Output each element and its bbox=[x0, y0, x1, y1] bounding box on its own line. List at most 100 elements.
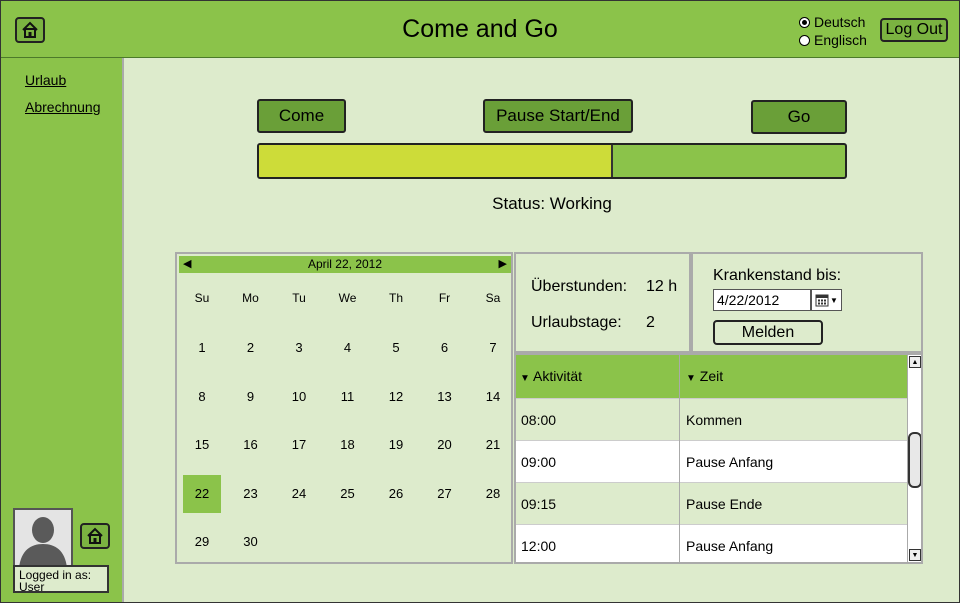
table-cell-activity: 08:00 bbox=[521, 412, 557, 428]
sidebar-link-urlaub[interactable]: Urlaub bbox=[25, 72, 66, 88]
weekday-label: Mo bbox=[242, 291, 259, 305]
calendar-day[interactable]: 20 bbox=[426, 426, 464, 464]
sick-leave-label: Krankenstand bis: bbox=[713, 267, 842, 284]
table-cell-activity: 09:00 bbox=[521, 454, 557, 470]
calendar-day[interactable]: 24 bbox=[280, 475, 318, 513]
overtime-value: 12 h bbox=[646, 278, 678, 295]
table-scrollbar[interactable]: ▲ ▼ bbox=[907, 355, 921, 562]
radio-icon[interactable] bbox=[799, 34, 810, 46]
table-header: ▼ Aktivität ▼ Zeit bbox=[516, 355, 907, 398]
stats-panel: Überstunden: 12 h Urlaubstage: 2 bbox=[514, 252, 691, 353]
next-month-icon[interactable]: ▶ bbox=[499, 256, 507, 273]
lang-option-englisch[interactable]: Englisch bbox=[799, 31, 867, 49]
calendar-day[interactable]: 12 bbox=[377, 378, 415, 416]
work-progress-bar bbox=[257, 143, 847, 179]
column-divider bbox=[679, 355, 680, 562]
calendar-day[interactable]: 11 bbox=[329, 378, 367, 416]
home-button-small[interactable] bbox=[80, 523, 110, 549]
lang-option-deutsch[interactable]: Deutsch bbox=[799, 13, 867, 31]
calendar-day[interactable]: 4 bbox=[329, 329, 367, 367]
calendar-day[interactable]: 6 bbox=[426, 329, 464, 367]
home-icon bbox=[87, 527, 103, 544]
calendar-day[interactable]: 28 bbox=[474, 475, 512, 513]
weekday-label: Fr bbox=[438, 291, 451, 305]
lang-label: Englisch bbox=[814, 32, 867, 48]
table-row[interactable]: 12:00 Pause Anfang bbox=[516, 524, 907, 562]
weekday-label: Th bbox=[388, 291, 403, 305]
table-cell-activity: 09:15 bbox=[521, 496, 557, 512]
calendar-day[interactable]: 30 bbox=[232, 523, 270, 561]
column-header-label: Zeit bbox=[699, 368, 724, 384]
vacation-value: 2 bbox=[646, 314, 655, 331]
calendar-header: ◀ April 22, 2012 ▶ bbox=[179, 256, 511, 273]
column-header-activity[interactable]: ▼ Aktivität bbox=[520, 355, 582, 398]
calendar-day[interactable]: 3 bbox=[280, 329, 318, 367]
calendar-day[interactable]: 7 bbox=[474, 329, 512, 367]
calendar-day[interactable]: 19 bbox=[377, 426, 415, 464]
calendar-day[interactable]: 18 bbox=[329, 426, 367, 464]
calendar-day[interactable]: 23 bbox=[232, 475, 270, 513]
scroll-down-icon[interactable]: ▼ bbox=[909, 549, 921, 561]
table-cell-time: Pause Ende bbox=[686, 496, 763, 512]
sick-leave-panel: Krankenstand bis: 4/22/2012 ▼ Melden bbox=[691, 252, 923, 353]
dropdown-arrow-icon: ▼ bbox=[830, 295, 838, 305]
sort-down-icon: ▼ bbox=[686, 373, 696, 384]
calendar-day[interactable]: 9 bbox=[232, 378, 270, 416]
calendar-day[interactable]: 29 bbox=[183, 523, 221, 561]
calendar-day[interactable]: 16 bbox=[232, 426, 270, 464]
calendar-day[interactable]: 13 bbox=[426, 378, 464, 416]
sidebar-link-abrechnung[interactable]: Abrechnung bbox=[25, 99, 101, 115]
weekday-label: Su bbox=[194, 291, 210, 305]
sick-leave-date-input[interactable]: 4/22/2012 bbox=[713, 289, 811, 311]
radio-selected-icon[interactable] bbox=[799, 16, 810, 28]
calendar-day[interactable]: 15 bbox=[183, 426, 221, 464]
come-button[interactable]: Come bbox=[257, 99, 346, 133]
sort-down-icon: ▼ bbox=[520, 373, 530, 384]
calendar-day[interactable]: 10 bbox=[280, 378, 318, 416]
calendar-day[interactable]: 21 bbox=[474, 426, 512, 464]
calendar-day[interactable]: 8 bbox=[183, 378, 221, 416]
calendar-day[interactable]: 2 bbox=[232, 329, 270, 367]
melden-button[interactable]: Melden bbox=[713, 320, 823, 345]
weekday-label: Sa bbox=[485, 291, 501, 305]
vacation-label: Urlaubstage: bbox=[531, 314, 622, 331]
calendar-day[interactable]: 1 bbox=[183, 329, 221, 367]
user-silhouette-icon bbox=[15, 510, 71, 568]
calendar-title: April 22, 2012 bbox=[307, 257, 383, 271]
prev-month-icon[interactable]: ◀ bbox=[183, 256, 191, 273]
table-row[interactable]: 09:00 Pause Anfang bbox=[516, 440, 907, 482]
table-cell-time: Pause Anfang bbox=[686, 454, 774, 470]
avatar bbox=[13, 508, 73, 570]
go-button[interactable]: Go bbox=[751, 100, 847, 134]
language-selector: Deutsch Englisch bbox=[799, 13, 867, 49]
table-row[interactable]: 09:15 Pause Ende bbox=[516, 482, 907, 524]
calendar-day[interactable]: 25 bbox=[329, 475, 367, 513]
calendar: ◀ April 22, 2012 ▶ Su Mo Tu We Th Fr Sa 1 2 3 4 5 6 7… bbox=[175, 252, 513, 564]
scroll-thumb[interactable] bbox=[908, 432, 921, 488]
table-cell-time: Pause Anfang bbox=[686, 538, 774, 554]
overtime-label: Überstunden: bbox=[531, 278, 628, 295]
calendar-day[interactable]: 27 bbox=[426, 475, 464, 513]
scroll-up-icon[interactable]: ▲ bbox=[909, 356, 921, 368]
calendar-day[interactable]: 17 bbox=[280, 426, 318, 464]
calendar-day[interactable]: 5 bbox=[377, 329, 415, 367]
calendar-day[interactable]: 14 bbox=[474, 378, 512, 416]
progress-fill bbox=[259, 145, 613, 177]
column-header-time[interactable]: ▼ Zeit bbox=[686, 355, 723, 398]
table-cell-activity: 12:00 bbox=[521, 538, 557, 554]
app-window: Come and Go Deutsch Englisch Log Out Url… bbox=[0, 0, 960, 603]
calendar-day[interactable]: 26 bbox=[377, 475, 415, 513]
sidebar: Urlaub Abrechnung Logged in as: User bbox=[1, 58, 124, 602]
weekday-label: Tu bbox=[292, 291, 306, 305]
logged-in-box: Logged in as: User bbox=[13, 565, 109, 593]
logout-button[interactable]: Log Out bbox=[880, 18, 948, 42]
header-bar: Come and Go Deutsch Englisch Log Out bbox=[1, 1, 959, 58]
table-row[interactable]: 08:00 Kommen bbox=[516, 398, 907, 440]
table-cell-time: Kommen bbox=[686, 412, 743, 428]
status-text: Status: Working bbox=[492, 194, 612, 213]
calendar-day-selected[interactable]: 22 bbox=[183, 474, 221, 513]
column-header-label: Aktivität bbox=[533, 368, 583, 384]
lang-label: Deutsch bbox=[814, 14, 866, 30]
date-picker-button[interactable]: ▼ bbox=[811, 289, 842, 311]
pause-button[interactable]: Pause Start/End bbox=[483, 99, 633, 133]
